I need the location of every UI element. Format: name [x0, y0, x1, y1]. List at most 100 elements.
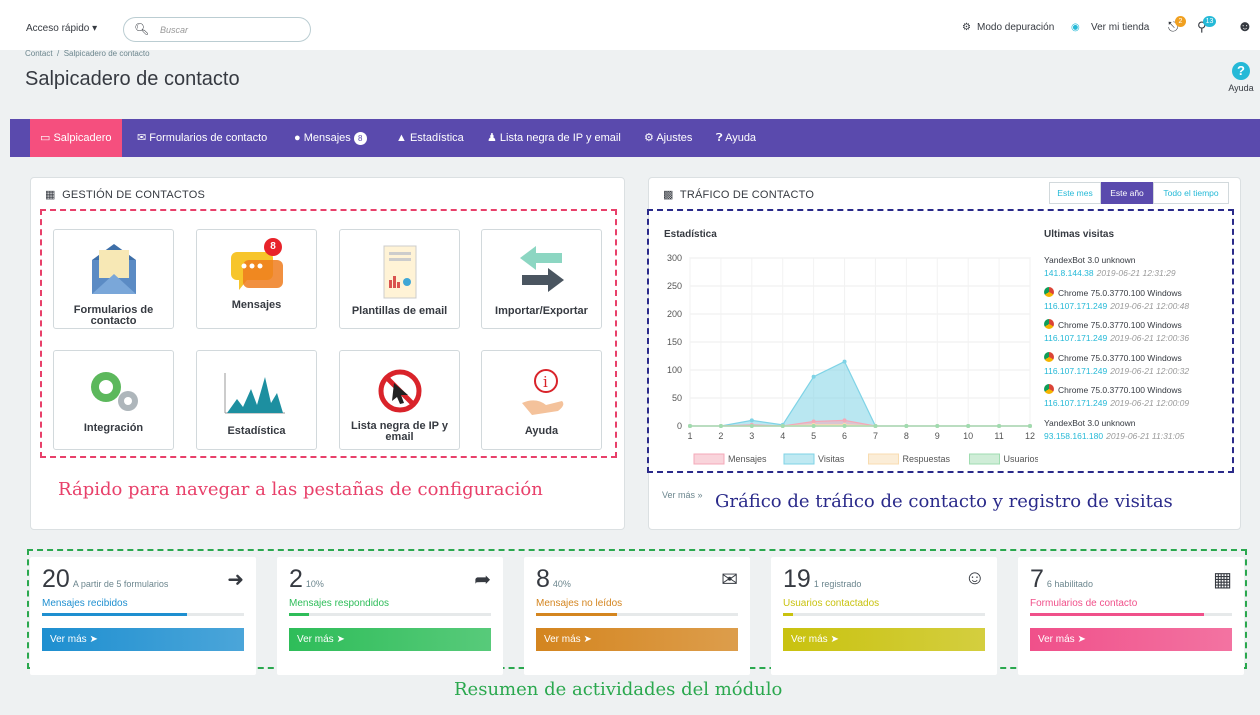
- tile-help[interactable]: i Ayuda: [481, 350, 602, 450]
- orders-count-badge: 2: [1175, 16, 1186, 27]
- tab-help[interactable]: ❓︎ Ayuda: [716, 119, 756, 157]
- user-account-icon[interactable]: ☻: [1237, 18, 1253, 35]
- data-point: [842, 359, 847, 364]
- data-point: [749, 424, 754, 428]
- transfer-arrows-icon: [520, 246, 564, 292]
- visitor-ip-link[interactable]: 116.107.171.249: [1044, 301, 1107, 311]
- eye-icon: ◉: [1071, 22, 1080, 33]
- data-point: [811, 424, 816, 428]
- view-more-button[interactable]: Ver más ➤: [289, 628, 491, 651]
- grid-icon: ▦: [45, 189, 56, 201]
- tab-messages[interactable]: ● Mensajes 8: [294, 119, 367, 157]
- more-visits-link[interactable]: Ver más »: [662, 490, 703, 500]
- visit-entry: Chrome 75.0.3770.100 Windows 116.107.171.…: [1044, 286, 1190, 311]
- data-point: [1028, 424, 1032, 428]
- range-this-year[interactable]: Este año: [1101, 182, 1153, 204]
- summary-card: 2 10% ➦ Mensajes respondidos Ver más ➤: [277, 557, 503, 675]
- tile-statistics[interactable]: Estadística: [196, 350, 317, 450]
- x-tick-label: 8: [904, 431, 909, 441]
- visitor-ip-link[interactable]: 116.107.171.249: [1044, 366, 1107, 376]
- data-point: [966, 424, 971, 428]
- visitor-ip-link[interactable]: 93.158.161.180: [1044, 431, 1103, 441]
- tab-contact-forms[interactable]: ✉ Formularios de contacto: [137, 119, 267, 157]
- help-label: Ayuda: [1228, 83, 1254, 93]
- sign-in-icon: ➜: [227, 569, 244, 591]
- data-point: [873, 424, 878, 428]
- tab-dashboard[interactable]: ▭ Salpicadero: [30, 119, 122, 157]
- y-tick-label: 50: [672, 393, 682, 403]
- y-tick-label: 200: [667, 309, 682, 319]
- page-title: Salpicadero de contacto: [25, 68, 240, 90]
- range-all-time[interactable]: Todo el tiempo: [1153, 182, 1229, 204]
- tile-contact-forms[interactable]: Formularios de contacto: [53, 229, 174, 329]
- visit-entry: Chrome 75.0.3770.100 Windows 116.107.171.…: [1044, 384, 1190, 408]
- help-button[interactable]: ? Ayuda: [1224, 62, 1258, 93]
- summary-progress: [1030, 613, 1232, 616]
- summary-card: 8 40% ✉ Mensajes no leídos Ver más ➤: [524, 557, 750, 675]
- quick-access-menu[interactable]: Acceso rápido ▾: [26, 23, 97, 34]
- view-more-button[interactable]: Ver más ➤: [42, 628, 244, 651]
- legend-swatch: [969, 453, 1000, 465]
- summary-subtext: 6 habilitado: [1046, 579, 1093, 589]
- tab-blacklist[interactable]: ♟ Lista negra de IP y email: [487, 119, 621, 157]
- messages-unread-badge: 8: [264, 238, 282, 256]
- summary-progress: [289, 613, 491, 616]
- module-nav: ▭ Salpicadero ✉ Formularios de contacto …: [10, 119, 1260, 157]
- summary-number: 7: [1030, 565, 1044, 593]
- visitor-ip-link[interactable]: 116.107.171.249: [1044, 333, 1107, 343]
- data-point: [718, 424, 723, 428]
- data-point: [842, 418, 847, 423]
- range-this-month[interactable]: Este mes: [1049, 182, 1101, 204]
- x-tick-label: 2: [718, 431, 723, 441]
- view-more-button[interactable]: Ver más ➤: [536, 628, 738, 651]
- data-point: [997, 424, 1002, 428]
- legend-label: Respuestas: [903, 454, 951, 464]
- legend-swatch: [693, 453, 725, 465]
- visitor-ip-link[interactable]: 116.107.171.249: [1044, 398, 1107, 408]
- tab-settings[interactable]: ⚙ Ajustes: [644, 119, 692, 157]
- summary-progress: [42, 613, 244, 616]
- bar-chart-icon: ▩: [663, 189, 674, 201]
- visitor-ip-link[interactable]: 141.8.144.38: [1044, 268, 1094, 278]
- y-tick-label: 0: [677, 421, 682, 431]
- bug-icon: ⚙: [962, 22, 971, 33]
- contact-management-title: ▦ GESTIÓN DE CONTACTOS: [45, 189, 206, 201]
- view-more-button[interactable]: Ver más ➤: [1030, 628, 1232, 651]
- view-more-button[interactable]: Ver más ➤: [783, 628, 985, 651]
- visit-entry: YandexBot 3.0 unknown 93.158.161.180 2019-…: [1044, 417, 1185, 441]
- tile-blacklist[interactable]: Lista negra de IP y email: [339, 350, 460, 450]
- chrome-icon: [1044, 384, 1054, 394]
- search-input[interactable]: 🔍︎ Buscar: [123, 17, 311, 42]
- summary-label: Mensajes respondidos: [289, 598, 390, 609]
- chrome-icon: [1044, 351, 1054, 362]
- tab-statistics[interactable]: ▲ Estadística: [396, 119, 464, 157]
- tile-email-templates[interactable]: Plantillas de email: [339, 229, 460, 329]
- y-tick-label: 150: [667, 337, 682, 347]
- tile-import-export[interactable]: Importar/Exportar: [481, 229, 602, 329]
- x-tick-label: 5: [811, 431, 816, 441]
- y-tick-label: 100: [667, 365, 682, 375]
- tile-messages[interactable]: 8 Mensajes: [196, 229, 317, 329]
- summary-card: 76 habilitado ▦ Formularios de contacto Ver…: [1018, 557, 1244, 675]
- summary-number: 2: [289, 565, 303, 593]
- breadcrumb-contact[interactable]: Contact: [25, 49, 53, 58]
- document-icon: [383, 245, 417, 299]
- forms-grid-icon: ▦: [1213, 569, 1232, 591]
- tile-integration[interactable]: Integración: [53, 350, 174, 450]
- summary-number: 8: [536, 565, 550, 593]
- x-tick-label: 12: [1025, 431, 1035, 441]
- info-hand-icon: i: [522, 369, 564, 415]
- summary-subtext: 1 registrado: [813, 579, 862, 589]
- question-icon: ?: [1232, 62, 1250, 80]
- x-tick-label: 1: [687, 431, 692, 441]
- legend-label: Visitas: [818, 454, 845, 464]
- recent-visits-label: Ultimas visitas: [1044, 229, 1115, 240]
- summary-progress: [536, 613, 738, 616]
- reply-icon: ➦: [474, 569, 491, 591]
- debug-mode-link[interactable]: Modo depuración: [977, 22, 1054, 33]
- data-point: [749, 418, 754, 423]
- block-icon: [378, 369, 422, 413]
- annotation-quick-nav: Rápido para navegar a las pestañas de co…: [58, 479, 543, 500]
- summary-card: 20 A partir de 5 formularios ➜ Mensajes rec…: [30, 557, 256, 675]
- view-store-link[interactable]: Ver mi tienda: [1091, 22, 1149, 33]
